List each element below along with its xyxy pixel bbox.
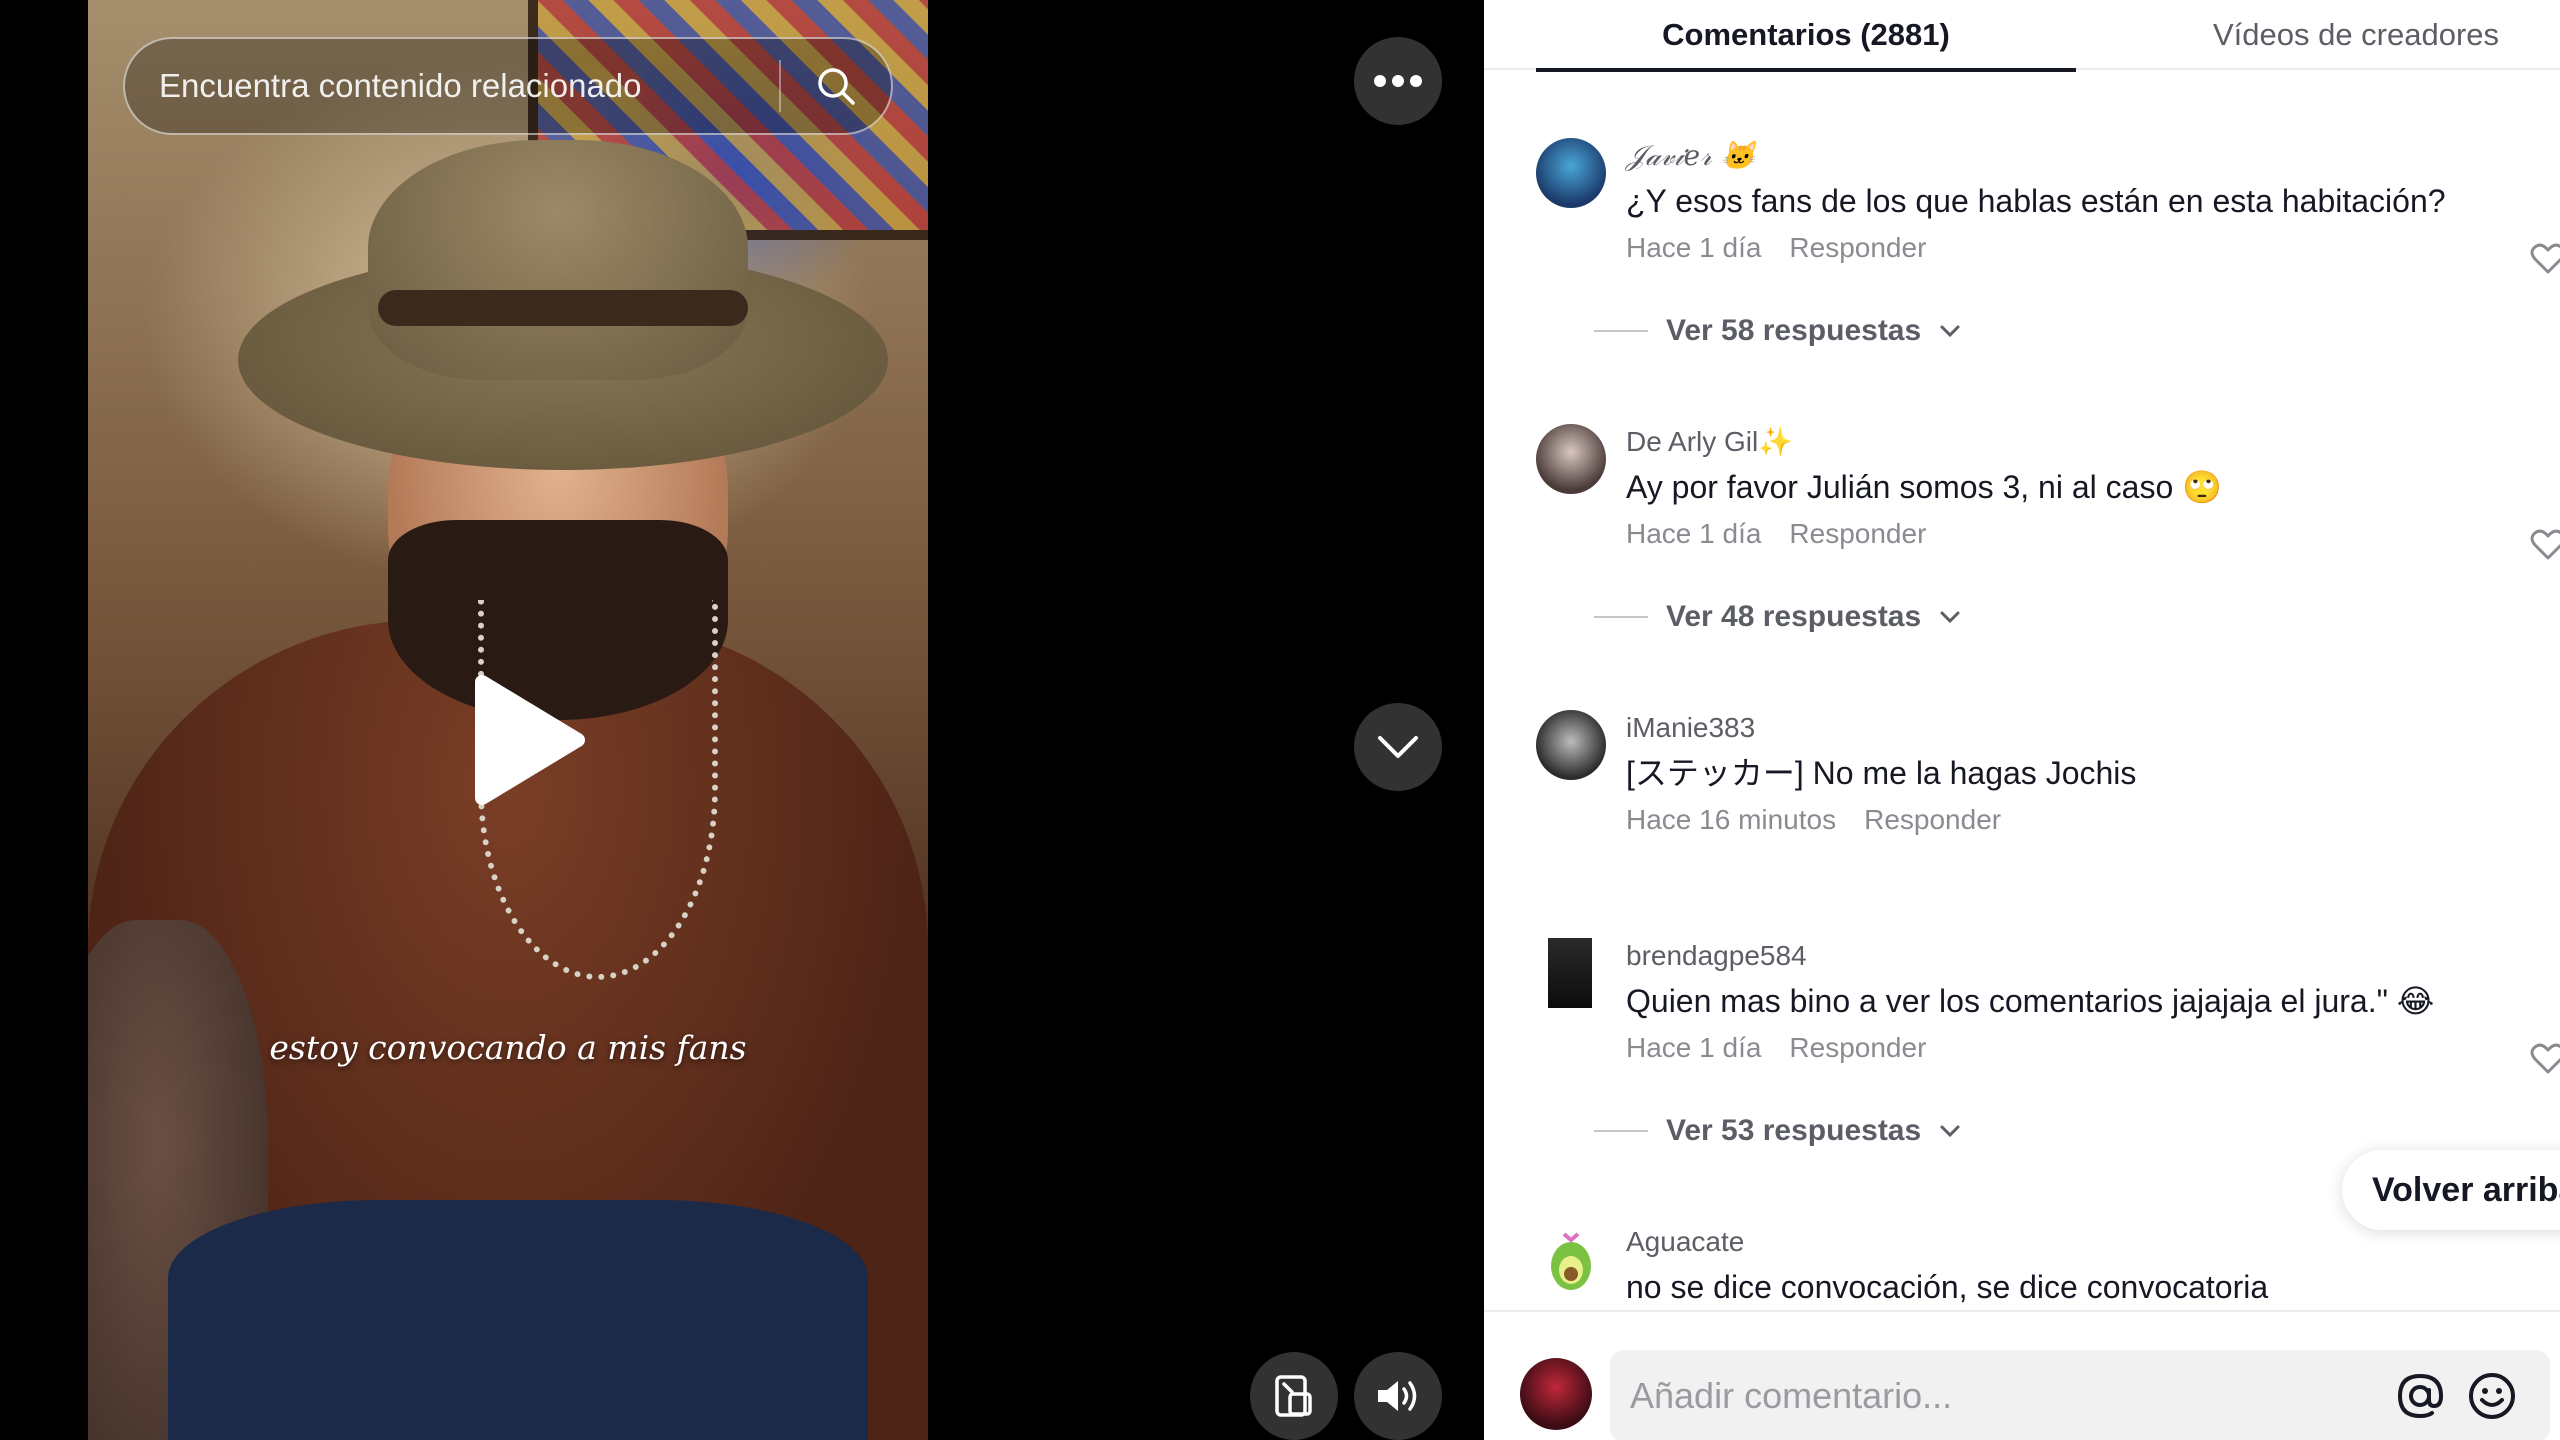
comment-username[interactable]: brendagpe584	[1626, 938, 2546, 974]
view-replies-button[interactable]: Ver 53 respuestas	[1594, 1114, 1961, 1148]
comment-text: ¿Y esos fans de los que hablas están en …	[1626, 183, 2446, 219]
back-to-top-button[interactable]: Volver arriba	[2342, 1150, 2560, 1230]
heart-icon[interactable]	[2528, 524, 2560, 564]
heart-icon[interactable]	[2528, 238, 2560, 278]
reply-button[interactable]: Responder	[1789, 1032, 1926, 1064]
avatar-avocado-icon[interactable]	[1536, 1224, 1606, 1294]
video-person-hat-crown	[368, 140, 748, 380]
video-caption: estoy convocando a mis fans	[269, 1028, 747, 1067]
related-search-placeholder[interactable]: Encuentra contenido relacionado	[125, 67, 779, 105]
comment-text: no se dice convocación, se dice convocat…	[1626, 1269, 2269, 1305]
pip-icon	[1275, 1375, 1312, 1417]
chevron-down-icon	[1378, 736, 1418, 758]
reply-button[interactable]: Responder	[1864, 804, 2001, 836]
comment-time: Hace 16 minutos	[1626, 804, 1837, 835]
video-stage: Encuentra contenido relacionado estoy co…	[0, 0, 1484, 1440]
comment-time: Hace 1 día	[1626, 1032, 1762, 1063]
view-replies-button[interactable]: Ver 58 respuestas	[1594, 314, 1961, 348]
next-video-button[interactable]	[1354, 703, 1442, 791]
avatar	[1520, 1358, 1592, 1430]
search-icon[interactable]	[781, 37, 891, 135]
related-search-box[interactable]: Encuentra contenido relacionado	[123, 37, 893, 135]
heart-icon[interactable]	[2528, 1038, 2560, 1078]
comment-username[interactable]: 𝒥𝒶𝓋𝒾𝑒𝓇 🐱	[1626, 138, 2546, 174]
view-replies-label[interactable]: Ver 53 respuestas	[1666, 1114, 1921, 1148]
panel-tabs: Comentarios (2881) Vídeos de creadores	[1484, 0, 2560, 72]
play-icon[interactable]	[440, 660, 600, 820]
avatar[interactable]	[1536, 138, 1606, 208]
replies-divider	[1594, 616, 1648, 618]
reply-button[interactable]: Responder	[1789, 518, 1926, 550]
emoji-icon[interactable]	[2466, 1370, 2518, 1422]
comment-text: [ステッカー] No me la hagas Jochis	[1626, 755, 2137, 791]
mention-icon[interactable]	[2394, 1370, 2446, 1422]
chevron-down-icon	[1940, 1125, 1960, 1138]
avatar[interactable]	[1536, 710, 1606, 780]
comment-username[interactable]: De Arly Gil✨	[1626, 424, 2546, 460]
comment-username[interactable]: iManie383	[1626, 710, 2546, 746]
speaker-icon	[1378, 1381, 1417, 1411]
tab-comments[interactable]: Comentarios (2881)	[1536, 0, 2076, 72]
video-person-jeans	[168, 1200, 868, 1440]
comment-text: Quien mas bino a ver los comentarios jaj…	[1626, 983, 2435, 1019]
ellipsis-icon	[1374, 75, 1422, 87]
comment-list: 𝒥𝒶𝓋𝒾𝑒𝓇 🐱 ¿Y esos fans de los que hablas …	[1484, 70, 2560, 1310]
volume-button[interactable]	[1354, 1352, 1442, 1440]
chevron-down-icon	[1940, 611, 1960, 624]
picture-in-picture-button[interactable]	[1250, 1352, 1338, 1440]
avatar[interactable]	[1536, 424, 1606, 494]
video-person-hat-band	[378, 290, 748, 326]
avatar[interactable]	[1548, 938, 1592, 1008]
comment-time: Hace 1 día	[1626, 232, 1762, 263]
tab-creator-videos[interactable]: Vídeos de creadores	[2096, 0, 2560, 70]
comment-time: Hace 1 día	[1626, 518, 1762, 549]
replies-divider	[1594, 1130, 1648, 1132]
view-replies-label[interactable]: Ver 48 respuestas	[1666, 600, 1921, 634]
comment-text: Ay por favor Julián somos 3, ni al caso …	[1626, 469, 2222, 505]
replies-divider	[1594, 330, 1648, 332]
comment-composer	[1484, 1310, 2560, 1440]
view-replies-label[interactable]: Ver 58 respuestas	[1666, 314, 1921, 348]
more-options-button[interactable]	[1354, 37, 1442, 125]
reply-button[interactable]: Responder	[1789, 232, 1926, 264]
view-replies-button[interactable]: Ver 48 respuestas	[1594, 600, 1961, 634]
chevron-down-icon	[1940, 325, 1960, 338]
